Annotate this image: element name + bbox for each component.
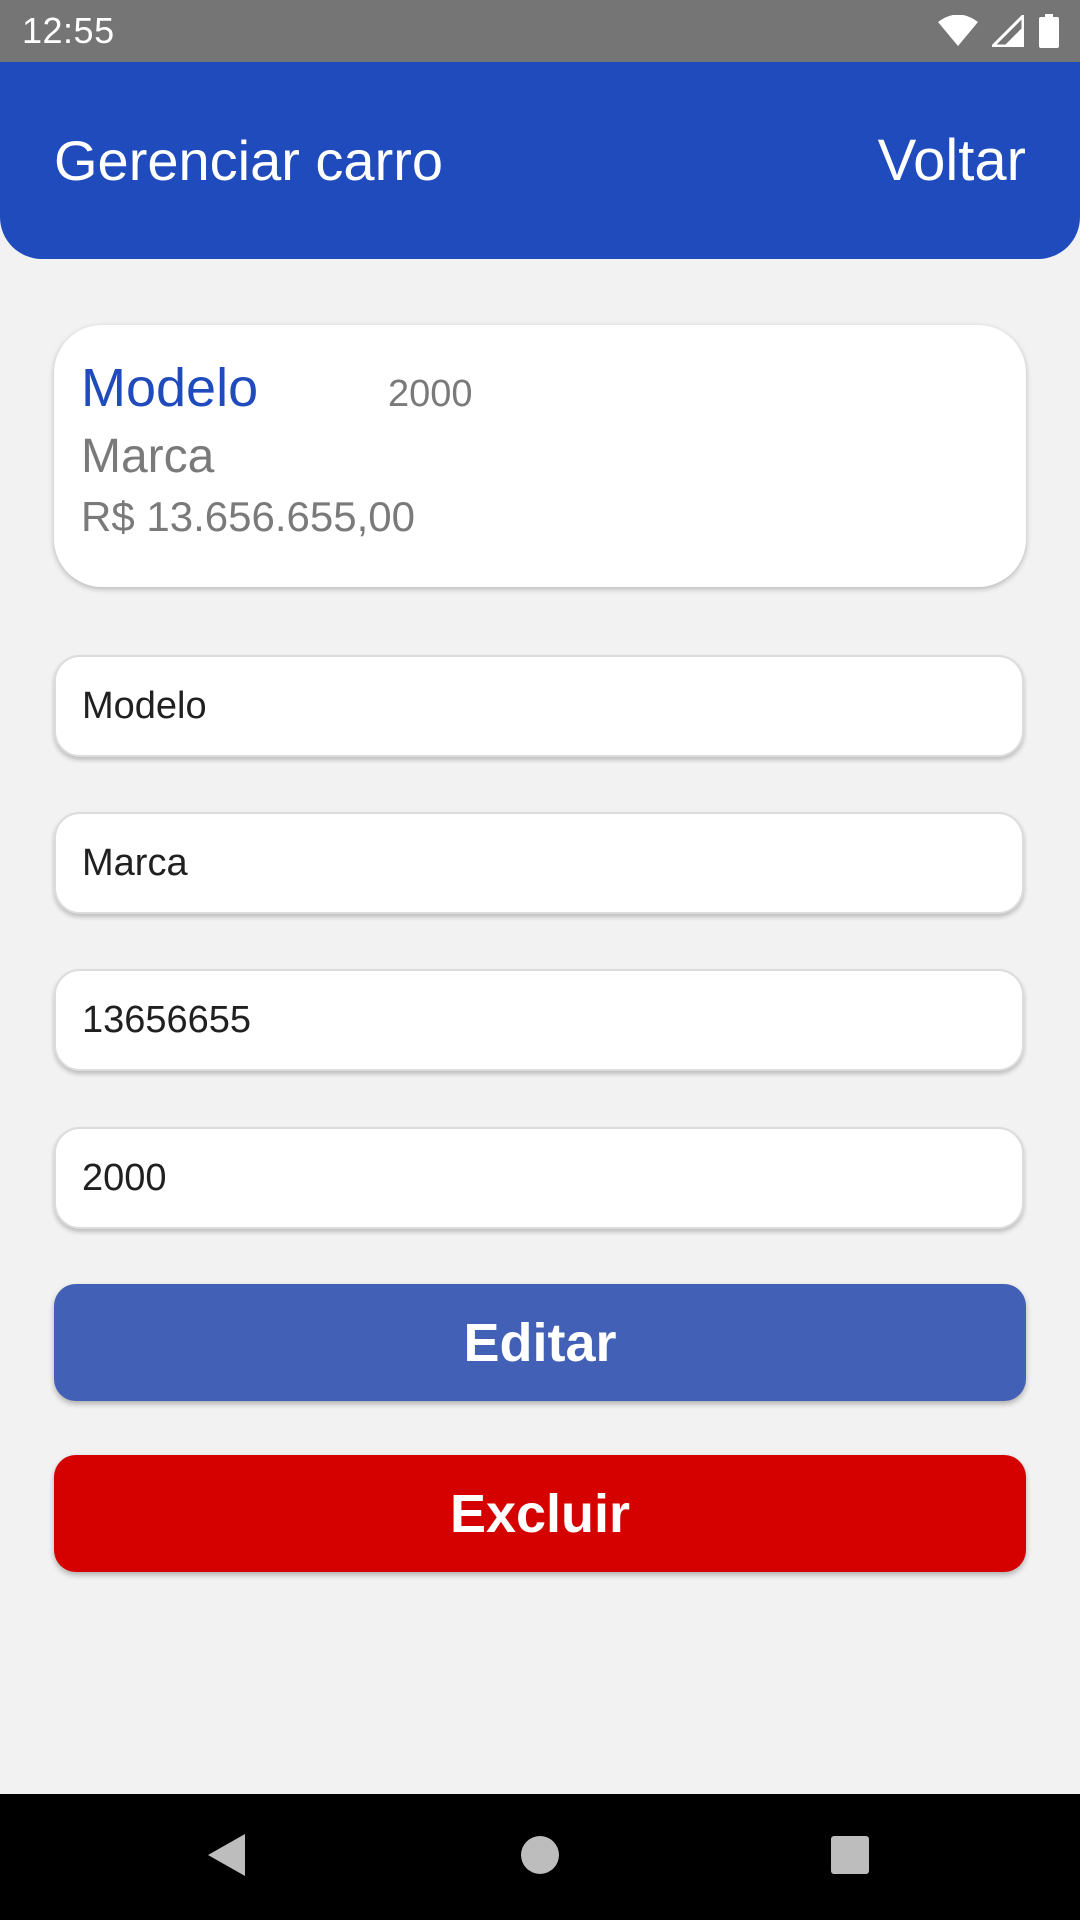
year-field[interactable]	[54, 1127, 1024, 1229]
page-title: Gerenciar carro	[54, 129, 444, 192]
app-bar: Gerenciar carro Voltar	[0, 62, 1080, 259]
back-triangle-icon	[205, 1832, 247, 1883]
home-circle-icon	[520, 1835, 560, 1880]
model-field[interactable]	[54, 655, 1024, 757]
model-input[interactable]	[82, 684, 996, 728]
brand-input[interactable]	[82, 841, 996, 885]
brand-field[interactable]	[54, 812, 1024, 914]
recent-apps-square-icon	[830, 1835, 870, 1880]
card-model: Modelo	[81, 358, 259, 418]
nav-home-button[interactable]	[470, 1794, 610, 1920]
card-year: 2000	[388, 373, 473, 415]
price-input[interactable]	[82, 998, 996, 1042]
status-icons	[938, 14, 1060, 48]
wifi-icon	[938, 15, 978, 47]
price-field[interactable]	[54, 969, 1024, 1071]
edit-button[interactable]: Editar	[54, 1284, 1026, 1401]
delete-button[interactable]: Excluir	[54, 1455, 1026, 1572]
card-brand: Marca	[81, 430, 215, 483]
screen: 12:55 Gerenciar carro Voltar Modelo 2000…	[0, 0, 1080, 1920]
battery-icon	[1038, 14, 1060, 48]
car-summary-card: Modelo 2000 Marca R$ 13.656.655,00	[54, 325, 1026, 587]
card-price: R$ 13.656.655,00	[81, 493, 415, 540]
cellular-signal-icon	[992, 15, 1024, 47]
navigation-bar	[0, 1794, 1080, 1920]
year-input[interactable]	[82, 1156, 996, 1200]
back-button[interactable]: Voltar	[878, 127, 1026, 194]
nav-recent-apps-button[interactable]	[780, 1794, 920, 1920]
status-bar: 12:55	[0, 0, 1080, 62]
nav-back-button[interactable]	[156, 1794, 296, 1920]
status-time: 12:55	[22, 10, 115, 51]
